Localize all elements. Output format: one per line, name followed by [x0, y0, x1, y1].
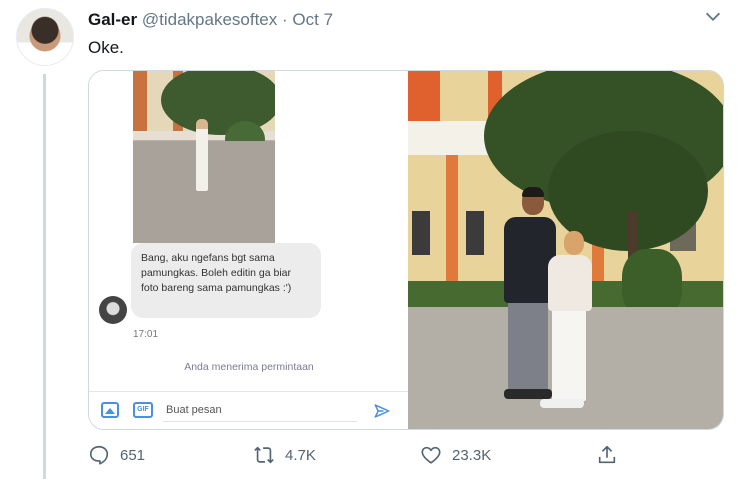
- gif-icon[interactable]: GIF: [133, 402, 153, 418]
- tweet-text: Oke.: [88, 38, 124, 57]
- like-button[interactable]: 23.3K: [420, 440, 491, 470]
- reply-icon: [89, 445, 109, 465]
- pillar: [446, 155, 458, 295]
- thread-line: [43, 74, 46, 479]
- profile-avatar[interactable]: [16, 8, 74, 66]
- window: [466, 211, 484, 255]
- tweet-actions: 651 4.7K 23.3K: [88, 440, 628, 470]
- couple-photo[interactable]: [408, 71, 723, 429]
- man-legs: [508, 301, 548, 391]
- retweet-count: 4.7K: [285, 446, 316, 464]
- chat-avatar: [99, 296, 127, 324]
- reply-count: 651: [120, 446, 146, 464]
- retweet-button[interactable]: 4.7K: [253, 440, 316, 470]
- window: [412, 211, 430, 255]
- heart-icon: [421, 446, 441, 464]
- woman-shoes: [540, 399, 584, 408]
- image-icon[interactable]: [101, 402, 119, 418]
- retweet-icon: [254, 446, 274, 464]
- share-icon: [598, 445, 616, 464]
- separator: ·: [282, 10, 288, 29]
- man-shoes: [504, 389, 552, 399]
- chat-request-notice: Anda menerima permintaan: [184, 361, 314, 373]
- man-hair: [522, 187, 544, 197]
- chat-message-bubble: Bang, aku ngefans bgt sama pamungkas. Bo…: [131, 243, 321, 318]
- woman-skirt: [552, 309, 586, 401]
- share-button[interactable]: [596, 440, 618, 470]
- user-handle[interactable]: @tidakpakesoftex: [142, 10, 277, 29]
- tweet-date[interactable]: Oct 7: [292, 10, 333, 29]
- message-input[interactable]: [163, 398, 357, 422]
- person-shape: [196, 119, 208, 191]
- chat-timestamp: 17:01: [133, 329, 159, 340]
- woman-body: [548, 255, 592, 311]
- reply-button[interactable]: 651: [88, 440, 145, 470]
- send-icon[interactable]: [373, 402, 391, 420]
- chat-photo-thumbnail: [133, 71, 275, 243]
- orange-panel: [408, 71, 440, 123]
- woman-head: [564, 231, 584, 255]
- chevron-down-icon[interactable]: [702, 6, 724, 28]
- tweet-header: Gal-er @tidakpakesoftex · Oct 7: [88, 10, 333, 30]
- display-name[interactable]: Gal-er: [88, 10, 137, 29]
- like-count: 23.3K: [452, 446, 492, 464]
- chat-screenshot[interactable]: Bang, aku ngefans bgt sama pamungkas. Bo…: [89, 71, 409, 429]
- tweet-media[interactable]: Bang, aku ngefans bgt sama pamungkas. Bo…: [88, 70, 724, 430]
- chat-compose-bar: GIF: [89, 392, 409, 429]
